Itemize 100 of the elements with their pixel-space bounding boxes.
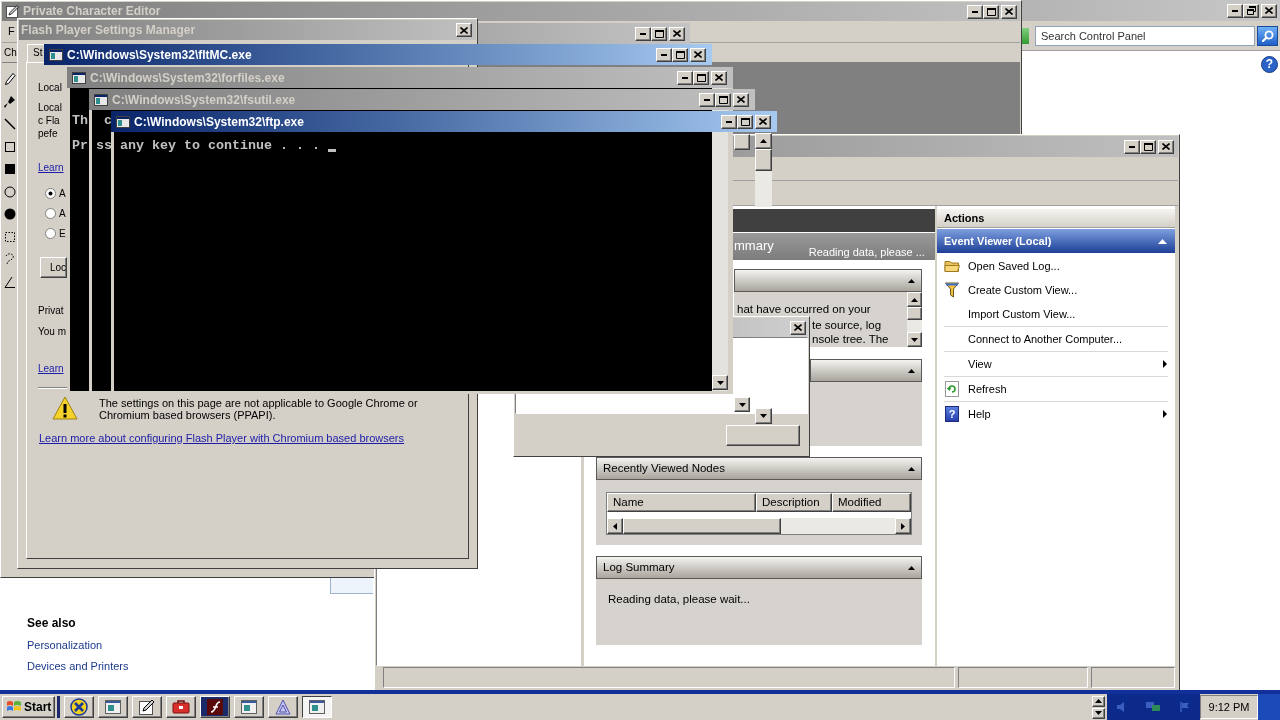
restore-button[interactable]: [1243, 3, 1259, 18]
action-item[interactable]: ? Help: [937, 402, 1175, 426]
scroll-left-button[interactable]: [607, 518, 623, 534]
maximize-button[interactable]: [715, 92, 731, 107]
maximize-button[interactable]: [672, 47, 688, 62]
network-icon[interactable]: [1146, 702, 1161, 712]
section-header[interactable]: [734, 269, 922, 292]
angle-icon[interactable]: [4, 274, 16, 289]
close-button[interactable]: [669, 26, 685, 41]
maximize-button[interactable]: [983, 4, 999, 19]
minimize-button[interactable]: [656, 47, 672, 62]
see-also-link[interactable]: Devices and Printers: [27, 659, 129, 673]
close-button[interactable]: [711, 70, 727, 85]
window-title: C:\Windows\System32\forfiles.exe: [90, 70, 285, 85]
search-field[interactable]: Search Control Panel: [1035, 25, 1255, 46]
maximize-button[interactable]: [737, 114, 753, 129]
scroll-up-button[interactable]: [755, 133, 772, 149]
action-item[interactable]: Connect to Another Computer...: [937, 327, 1175, 351]
filled-rectangle-icon[interactable]: [4, 162, 16, 176]
maximize-button[interactable]: [1140, 139, 1156, 154]
window-icon: [241, 700, 257, 714]
action-item[interactable]: View: [937, 352, 1175, 376]
brush-icon[interactable]: [4, 94, 16, 109]
minimize-button[interactable]: [967, 4, 983, 19]
close-icon: [460, 26, 468, 34]
dialog-button[interactable]: [726, 425, 800, 446]
radio-button[interactable]: [45, 227, 56, 239]
section-header[interactable]: Log Summary: [596, 556, 922, 579]
action-button[interactable]: Loc: [40, 257, 67, 278]
dotted-rectangle-icon[interactable]: [4, 229, 16, 244]
start-button[interactable]: Start: [2, 696, 55, 718]
tab[interactable]: St: [27, 44, 44, 62]
console-text: ss: [96, 140, 112, 152]
dotted-curve-icon[interactable]: [4, 252, 16, 266]
close-icon: [694, 51, 702, 58]
scroll-down-button[interactable]: [755, 408, 772, 424]
console-text: Pr: [72, 140, 88, 152]
scroll-down-button[interactable]: [734, 397, 750, 412]
scroll-thumb[interactable]: [907, 307, 922, 320]
ellipse-icon[interactable]: [4, 184, 16, 199]
minimize-button[interactable]: [635, 26, 651, 41]
radio-button[interactable]: [45, 207, 56, 219]
window-title: C:\Windows\System32\fsutil.exe: [112, 92, 296, 107]
close-button[interactable]: [755, 114, 771, 129]
scroll-down-button[interactable]: [1092, 707, 1105, 719]
line-icon[interactable]: [4, 117, 16, 131]
scroll-thumb[interactable]: [734, 134, 750, 150]
minimize-button[interactable]: [677, 70, 693, 85]
scroll-down-button[interactable]: [712, 375, 728, 390]
scroll-up-button[interactable]: [1092, 695, 1105, 707]
minimize-button[interactable]: [1227, 3, 1243, 18]
scroll-thumb[interactable]: [755, 149, 772, 171]
close-button[interactable]: [790, 320, 806, 335]
scroll-right-button[interactable]: [895, 518, 911, 534]
close-button[interactable]: [456, 23, 472, 37]
maximize-button[interactable]: [651, 26, 667, 41]
rectangle-icon[interactable]: [4, 139, 16, 154]
minimize-button[interactable]: [721, 114, 737, 129]
column-header[interactable]: Description: [756, 493, 832, 512]
action-item[interactable]: Import Custom View...: [937, 302, 1175, 326]
action-group-header[interactable]: Event Viewer (Local): [937, 229, 1175, 253]
section-header[interactable]: [810, 359, 922, 382]
column-header[interactable]: Modified: [832, 493, 911, 512]
section-heading: See also: [27, 616, 76, 630]
learn-more-link[interactable]: Learn: [38, 362, 64, 375]
section-heading: Local: [38, 81, 62, 94]
close-icon: [1265, 7, 1273, 14]
field-label: Ch: [4, 46, 17, 59]
maximize-button[interactable]: [693, 70, 709, 85]
close-button[interactable]: [690, 47, 706, 62]
section-title: mmary: [734, 238, 774, 254]
action-item[interactable]: Open Saved Log...: [937, 254, 1175, 278]
close-button[interactable]: [1261, 3, 1277, 18]
filled-ellipse-icon[interactable]: [4, 207, 16, 221]
scroll-thumb[interactable]: [623, 518, 781, 534]
column-header[interactable]: Name: [607, 493, 756, 512]
see-also-link[interactable]: Personalization: [27, 638, 103, 652]
action-item[interactable]: Create Custom View...: [937, 278, 1175, 302]
menu-item[interactable]: F: [8, 25, 15, 38]
scroll-up-button[interactable]: [907, 292, 922, 307]
minimize-button[interactable]: [1124, 139, 1140, 154]
minimize-button[interactable]: [699, 92, 715, 107]
radio-button[interactable]: [45, 187, 56, 199]
help-button[interactable]: ?: [1261, 56, 1278, 73]
minimize-icon: [972, 10, 978, 13]
scroll-down-button[interactable]: [907, 332, 922, 347]
close-button[interactable]: [1001, 4, 1017, 19]
search-button[interactable]: [1257, 25, 1278, 46]
close-button[interactable]: [1158, 139, 1174, 154]
status-text: Reading data, please wait...: [608, 592, 750, 606]
taskbar-button[interactable]: [302, 696, 332, 718]
action-item[interactable]: Refresh: [937, 377, 1175, 401]
learn-more-link[interactable]: Learn more about configuring Flash Player with Chromium based browsers: [39, 432, 404, 445]
close-icon: [1005, 8, 1013, 15]
maximize-icon: [654, 29, 664, 38]
section-header[interactable]: Recently Viewed Nodes: [596, 457, 922, 480]
console-app-icon: [94, 93, 108, 106]
learn-more-link[interactable]: Learn: [38, 161, 64, 174]
up-arrow-icon: [1095, 699, 1102, 703]
close-button[interactable]: [733, 92, 749, 107]
